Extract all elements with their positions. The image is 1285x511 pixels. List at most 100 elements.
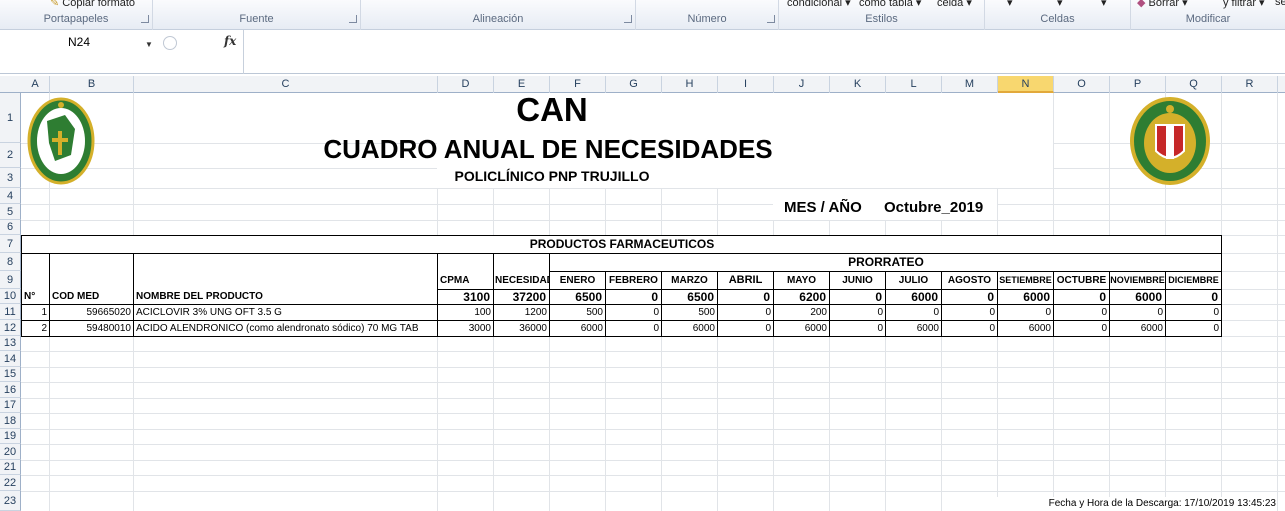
- conditional-format-button[interactable]: condicional ▾: [787, 0, 851, 9]
- column-header[interactable]: L: [886, 76, 942, 93]
- total-month: 6000: [1023, 290, 1050, 304]
- row-header[interactable]: 23: [0, 491, 21, 511]
- row-header[interactable]: 3: [0, 168, 21, 188]
- row-header[interactable]: 7: [0, 235, 21, 253]
- row-header[interactable]: 9: [0, 271, 21, 289]
- item-month: 0: [1101, 323, 1107, 334]
- column-header[interactable]: J: [774, 76, 830, 93]
- total-month: 0: [763, 290, 770, 304]
- ribbon-group-alignment: Alineación: [361, 0, 636, 30]
- column-header-selected[interactable]: N: [998, 76, 1054, 93]
- group-label-cells: Celdas: [1040, 13, 1075, 25]
- column-header[interactable]: H: [662, 76, 718, 93]
- total-cpma: 3100: [463, 290, 490, 304]
- chevron-down-icon[interactable]: ▾: [1007, 0, 1013, 9]
- column-header[interactable]: I: [718, 76, 774, 93]
- eraser-icon: ◆: [1137, 0, 1146, 9]
- find-select-button[interactable]: se: [1275, 0, 1285, 8]
- sort-filter-button[interactable]: y filtrar ▾: [1223, 0, 1265, 9]
- row-header[interactable]: 20: [0, 444, 21, 460]
- cell-styles-button[interactable]: celda ▾: [937, 0, 972, 9]
- column-header[interactable]: O: [1054, 76, 1110, 93]
- name-box[interactable]: N24: [0, 32, 158, 52]
- total-month: 0: [875, 290, 882, 304]
- item-month: 6000: [580, 323, 603, 334]
- row-header[interactable]: 22: [0, 475, 21, 491]
- header-month: JUNIO: [842, 275, 873, 286]
- row-header[interactable]: 16: [0, 382, 21, 398]
- row-header[interactable]: 21: [0, 460, 21, 475]
- column-header[interactable]: A: [21, 76, 50, 93]
- total-month: 0: [1099, 290, 1106, 304]
- row-header[interactable]: 12: [0, 320, 21, 336]
- formula-input[interactable]: [250, 34, 1280, 54]
- format-as-table-button[interactable]: como tabla ▾: [859, 0, 921, 9]
- item-necesidad: 1200: [524, 307, 547, 318]
- row-header[interactable]: 2: [0, 143, 21, 168]
- item-name: ACICLOVIR 3% UNG OFT 3.5 G: [136, 307, 282, 318]
- row-header[interactable]: 13: [0, 336, 21, 351]
- row-header[interactable]: 10: [0, 289, 21, 304]
- column-header[interactable]: R: [1222, 76, 1278, 93]
- dialog-launcher-icon[interactable]: [767, 15, 775, 23]
- header-month: ABRIL: [728, 274, 763, 286]
- header-month: NOVIEMBRE: [1110, 275, 1165, 285]
- clear-button[interactable]: ◆ Borrar ▾: [1137, 0, 1188, 9]
- header-name: NOMBRE DEL PRODUCTO: [136, 291, 263, 302]
- copy-format-button[interactable]: ✎ Copiar formato: [50, 0, 135, 9]
- total-month: 6200: [799, 290, 826, 304]
- row-header[interactable]: 11: [0, 304, 21, 320]
- formula-bar-resize-handle[interactable]: [163, 36, 177, 50]
- chevron-down-icon[interactable]: ▾: [1101, 0, 1107, 9]
- column-header[interactable]: Q: [1166, 76, 1222, 93]
- row-header[interactable]: 14: [0, 351, 21, 367]
- insert-function-icon[interactable]: fx: [224, 34, 236, 48]
- header-n: N°: [24, 291, 36, 302]
- dialog-launcher-icon[interactable]: [349, 15, 357, 23]
- row-header[interactable]: 6: [0, 220, 21, 235]
- prorrateo-label: PRORRATEO: [848, 255, 924, 269]
- item-month: 6000: [1028, 323, 1051, 334]
- row-header[interactable]: 15: [0, 367, 21, 382]
- row-header[interactable]: 1: [0, 93, 21, 143]
- column-header[interactable]: K: [830, 76, 886, 93]
- ribbon: ✎ Copiar formato Portapapeles Fuente Ali…: [0, 0, 1285, 30]
- item-code: 59480010: [86, 323, 132, 334]
- ribbon-group-editing: ◆ Borrar ▾ y filtrar ▾ se Modificar: [1131, 0, 1285, 30]
- total-month: 6500: [687, 290, 714, 304]
- column-header[interactable]: M: [942, 76, 998, 93]
- row-header[interactable]: 17: [0, 398, 21, 413]
- column-header[interactable]: P: [1110, 76, 1166, 93]
- chevron-down-icon[interactable]: ▼: [145, 40, 153, 49]
- total-month: 0: [987, 290, 994, 304]
- header-necesidad: NECESIDAD: [495, 275, 549, 286]
- dialog-launcher-icon[interactable]: [141, 15, 149, 23]
- item-cpma: 100: [474, 307, 491, 318]
- row-header[interactable]: 18: [0, 413, 21, 429]
- dialog-launcher-icon[interactable]: [624, 15, 632, 23]
- column-header[interactable]: B: [50, 76, 134, 93]
- row-header[interactable]: 8: [0, 253, 21, 271]
- item-month: 0: [989, 307, 995, 318]
- item-month: 6000: [916, 323, 939, 334]
- item-name: ACIDO ALENDRONICO (como alendronato sódi…: [136, 323, 419, 334]
- item-month: 0: [765, 323, 771, 334]
- column-header[interactable]: C: [134, 76, 438, 93]
- row-header[interactable]: 5: [0, 204, 21, 220]
- total-month: 6500: [575, 290, 602, 304]
- item-month: 6000: [1140, 323, 1163, 334]
- item-month: 500: [586, 307, 603, 318]
- formula-bar: N24 ▼ fx: [0, 30, 1285, 74]
- chevron-down-icon[interactable]: ▾: [1057, 0, 1063, 9]
- item-month: 0: [877, 323, 883, 334]
- ribbon-group-styles: condicional ▾ como tabla ▾ celda ▾ Estil…: [779, 0, 985, 30]
- section-title: PRODUCTOS FARMACEUTICOS: [529, 237, 715, 251]
- group-label-alignment: Alineación: [472, 13, 524, 25]
- total-necesidad: 37200: [512, 290, 546, 304]
- group-label-font: Fuente: [239, 13, 274, 25]
- header-month: MARZO: [671, 275, 708, 286]
- row-header[interactable]: 4: [0, 188, 21, 204]
- header-month: JULIO: [898, 275, 929, 286]
- row-header[interactable]: 19: [0, 429, 21, 444]
- header-month: AGOSTO: [947, 275, 992, 286]
